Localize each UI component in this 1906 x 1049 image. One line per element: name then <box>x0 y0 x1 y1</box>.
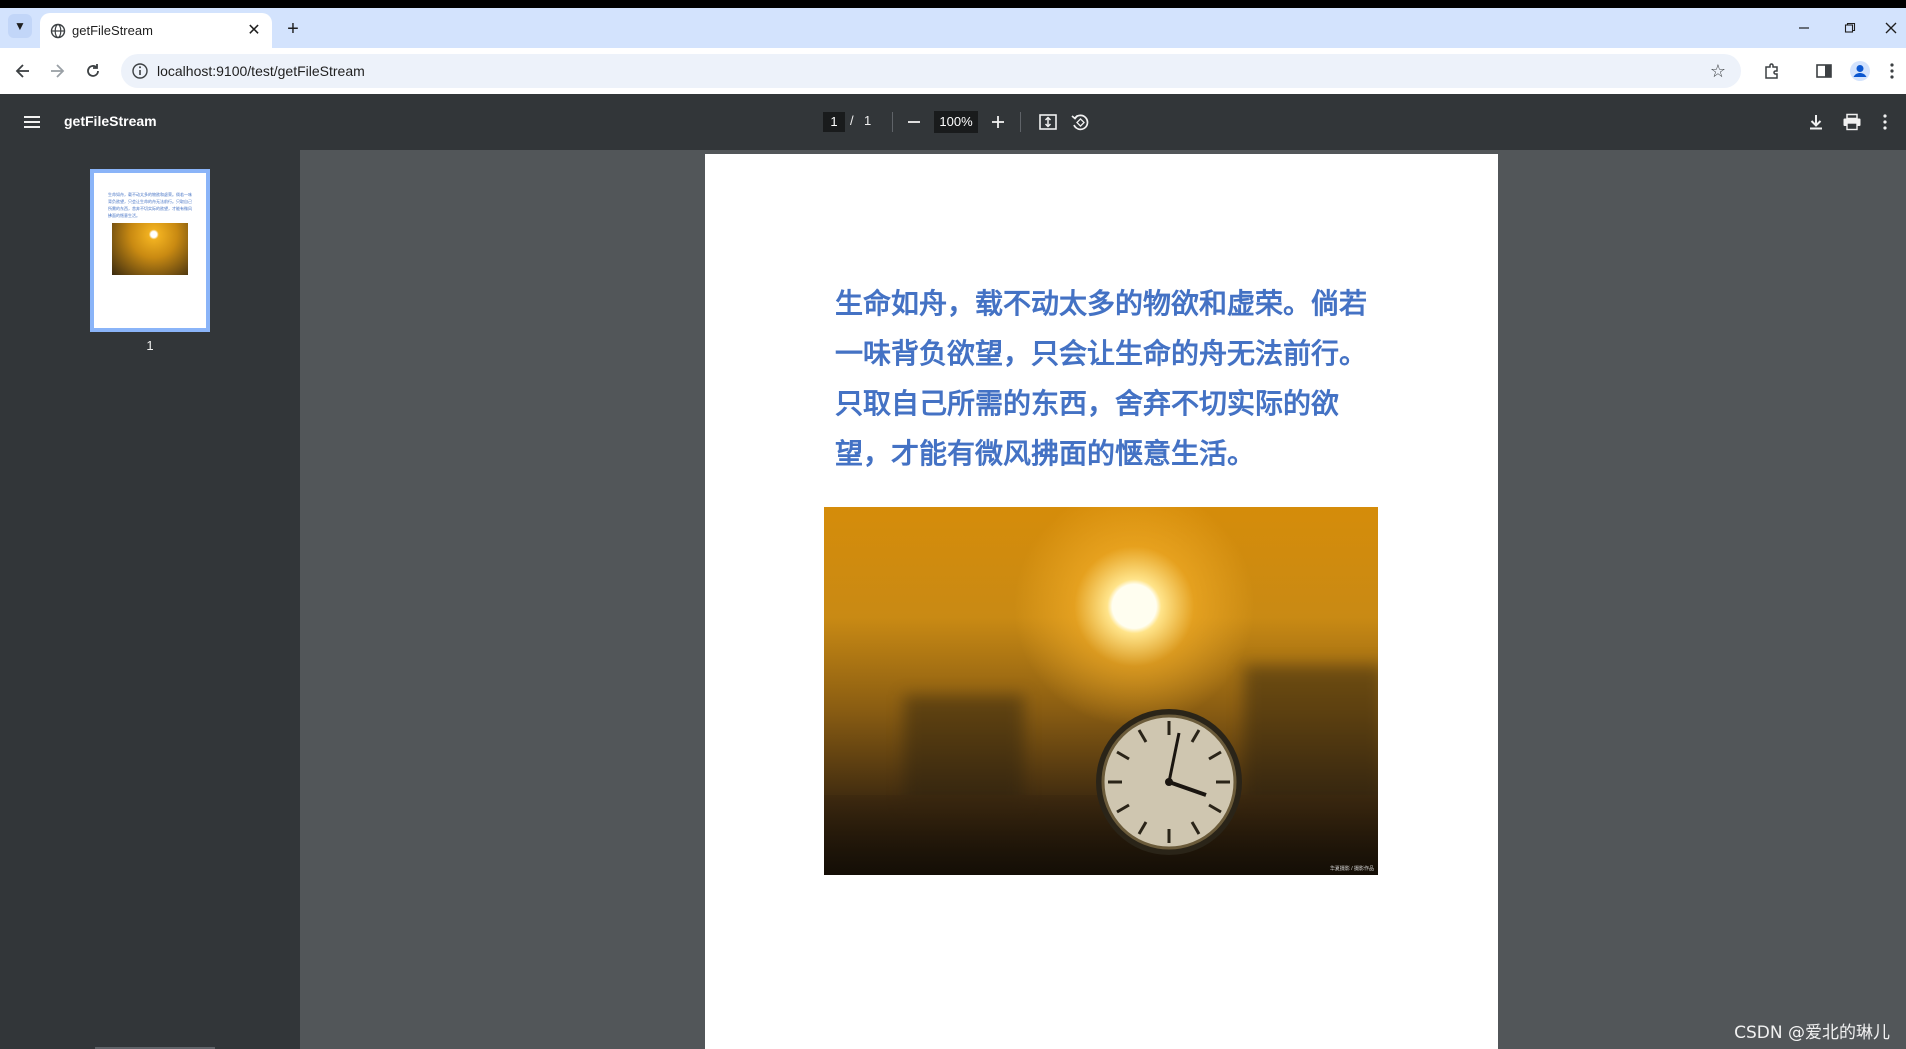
minus-icon <box>908 121 920 123</box>
sunset-clock-photo: 华夏摄影 / 摄影作品 <box>824 507 1378 875</box>
page-separator: / <box>850 113 854 128</box>
print-button[interactable] <box>1840 110 1864 134</box>
zoom-in-button[interactable] <box>986 110 1010 134</box>
close-icon <box>1885 22 1897 34</box>
bookmark-star-icon[interactable]: ☆ <box>1707 60 1729 82</box>
restore-button[interactable] <box>1830 16 1870 40</box>
chevron-down-icon: ▼ <box>14 19 26 33</box>
thumbnail-text-preview: 生命如舟，载不动太多的物欲和虚荣。倘若一味背负欲望，只会让生命的舟无法前行。只取… <box>108 192 192 218</box>
csdn-watermark: CSDN @爱北的琳儿 <box>1734 1023 1890 1043</box>
restore-icon <box>1844 22 1856 33</box>
document-paragraph: 生命如舟，载不动太多的物欲和虚荣。倘若一味背负欲望，只会让生命的舟无法前行。只取… <box>835 287 1368 470</box>
page-number-input[interactable]: 1 <box>823 112 845 132</box>
address-bar[interactable]: localhost:9100/test/getFileStream ☆ <box>121 54 1741 88</box>
new-tab-button[interactable]: + <box>282 18 304 40</box>
profile-avatar-icon[interactable] <box>1848 59 1872 83</box>
minimize-button[interactable] <box>1784 16 1824 40</box>
more-actions-icon[interactable] <box>1878 110 1892 134</box>
globe-icon <box>50 23 66 39</box>
download-icon <box>1810 115 1822 130</box>
photo-background-blur <box>1244 665 1378 805</box>
pdf-toolbar: getFileStream 1 / 1 100% <box>0 94 1906 150</box>
close-window-button[interactable] <box>1876 16 1906 40</box>
extensions-icon[interactable] <box>1760 59 1784 83</box>
browser-menu-icon[interactable] <box>1884 59 1900 83</box>
arrow-left-icon <box>15 64 29 78</box>
browser-tab[interactable]: getFileStream ✕ <box>40 13 272 48</box>
rotate-icon <box>1071 114 1089 131</box>
thumbnail-image-preview <box>112 223 188 275</box>
tab-strip: ▼ getFileStream ✕ + <box>0 8 1906 48</box>
photo-background-blur <box>904 695 1024 805</box>
document-title: getFileStream <box>64 113 157 129</box>
tab-close-icon[interactable]: ✕ <box>244 20 264 40</box>
arrow-right-icon <box>51 64 65 78</box>
page-thumbnail[interactable]: 生命如舟，载不动太多的物欲和虚荣。倘若一味背负欲望，只会让生命的舟无法前行。只取… <box>90 169 210 332</box>
screen-top-edge <box>0 0 1906 8</box>
thumbnail-sidebar: 生命如舟，载不动太多的物欲和虚荣。倘若一味背负欲望，只会让生命的舟无法前行。只取… <box>0 150 300 1049</box>
zoom-level-input[interactable]: 100% <box>934 111 978 133</box>
photo-caption: 华夏摄影 / 摄影作品 <box>1329 866 1374 872</box>
toolbar-divider <box>892 112 893 132</box>
site-info-icon[interactable] <box>131 62 149 80</box>
page-total: 1 <box>864 113 872 128</box>
fit-to-page-button[interactable] <box>1036 110 1060 134</box>
tab-search-button[interactable]: ▼ <box>8 14 32 38</box>
printer-icon <box>1843 113 1861 131</box>
back-button[interactable] <box>10 58 36 84</box>
sidebar-menu-icon[interactable] <box>20 110 44 134</box>
toolbar-divider <box>1020 112 1021 132</box>
url-text[interactable]: localhost:9100/test/getFileStream <box>157 63 365 79</box>
forward-button[interactable] <box>44 58 70 84</box>
reload-button[interactable] <box>80 58 106 84</box>
reload-icon <box>87 64 99 77</box>
fit-page-icon <box>1039 114 1057 130</box>
minimize-icon <box>1799 27 1809 29</box>
download-button[interactable] <box>1804 110 1828 134</box>
pdf-page: 生命如舟，载不动太多的物欲和虚荣。倘若一味背负欲望，只会让生命的舟无法前行。只取… <box>705 154 1498 1049</box>
tab-title: getFileStream <box>72 23 153 38</box>
rotate-button[interactable] <box>1068 110 1092 134</box>
plus-icon <box>992 116 1004 128</box>
thumbnail-page-label: 1 <box>146 338 154 353</box>
zoom-out-button[interactable] <box>902 110 926 134</box>
clock-icon <box>1096 709 1242 855</box>
side-panel-icon[interactable] <box>1812 59 1836 83</box>
browser-toolbar: localhost:9100/test/getFileStream ☆ <box>0 48 1906 94</box>
